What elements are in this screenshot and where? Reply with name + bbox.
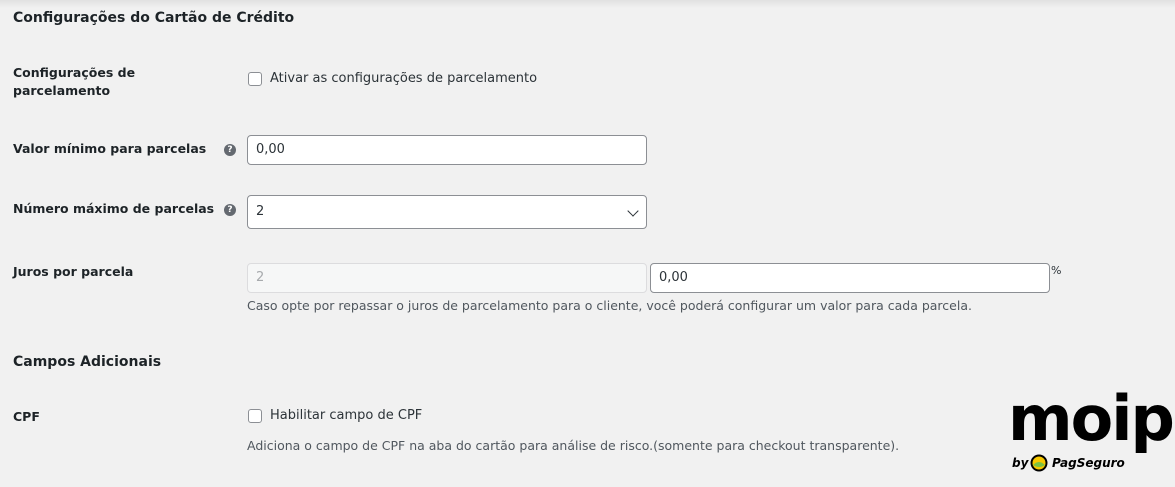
- chevron-down-icon: [627, 205, 639, 217]
- moip-pagseguro-logo: moip by PagSeguro: [1008, 386, 1175, 476]
- logo-wordmark: moip: [1008, 382, 1175, 455]
- logo-brand-text: PagSeguro: [1052, 456, 1125, 470]
- max-installments-label: Número máximo de parcelas: [13, 201, 215, 216]
- min-installment-input[interactable]: 0,00: [247, 135, 647, 165]
- interest-description: Caso opte por repassar o juros de parcel…: [247, 298, 972, 313]
- cpf-description: Adiciona o campo de CPF na aba do cartão…: [247, 438, 900, 453]
- pagseguro-icon: [1030, 454, 1048, 472]
- interest-rate-input[interactable]: 0,00: [650, 263, 1050, 293]
- installments-enable-label[interactable]: Ativar as configurações de parcelamento: [270, 70, 537, 88]
- cpf-label: CPF: [13, 409, 40, 424]
- installments-settings-label-line2: parcelamento: [13, 83, 111, 98]
- installments-settings-label: Configurações de parcelamento: [13, 64, 135, 100]
- question-icon[interactable]: ?: [224, 144, 236, 156]
- max-installments-selected: 2: [256, 204, 265, 219]
- installments-enable-checkbox[interactable]: [248, 72, 262, 86]
- cpf-enable-checkbox[interactable]: [248, 409, 262, 423]
- installment-number-field: 2: [247, 263, 647, 293]
- cpf-enable-label[interactable]: Habilitar campo de CPF: [270, 407, 422, 425]
- section-title-additional-fields: Campos Adicionais: [13, 354, 162, 370]
- credit-card-settings-page: Configurações do Cartão de Crédito Confi…: [0, 0, 1175, 487]
- installments-settings-label-line1: Configurações de: [13, 65, 136, 80]
- logo-by-text: by: [1012, 456, 1029, 470]
- top-shadow: [0, 0, 1175, 8]
- max-installments-select[interactable]: 2: [247, 195, 647, 229]
- question-icon[interactable]: ?: [224, 204, 236, 216]
- percent-sign: %: [1051, 264, 1062, 277]
- section-title-credit-card: Configurações do Cartão de Crédito: [13, 10, 295, 26]
- interest-label: Juros por parcela: [13, 264, 134, 279]
- min-installment-label: Valor mínimo para parcelas: [13, 141, 207, 156]
